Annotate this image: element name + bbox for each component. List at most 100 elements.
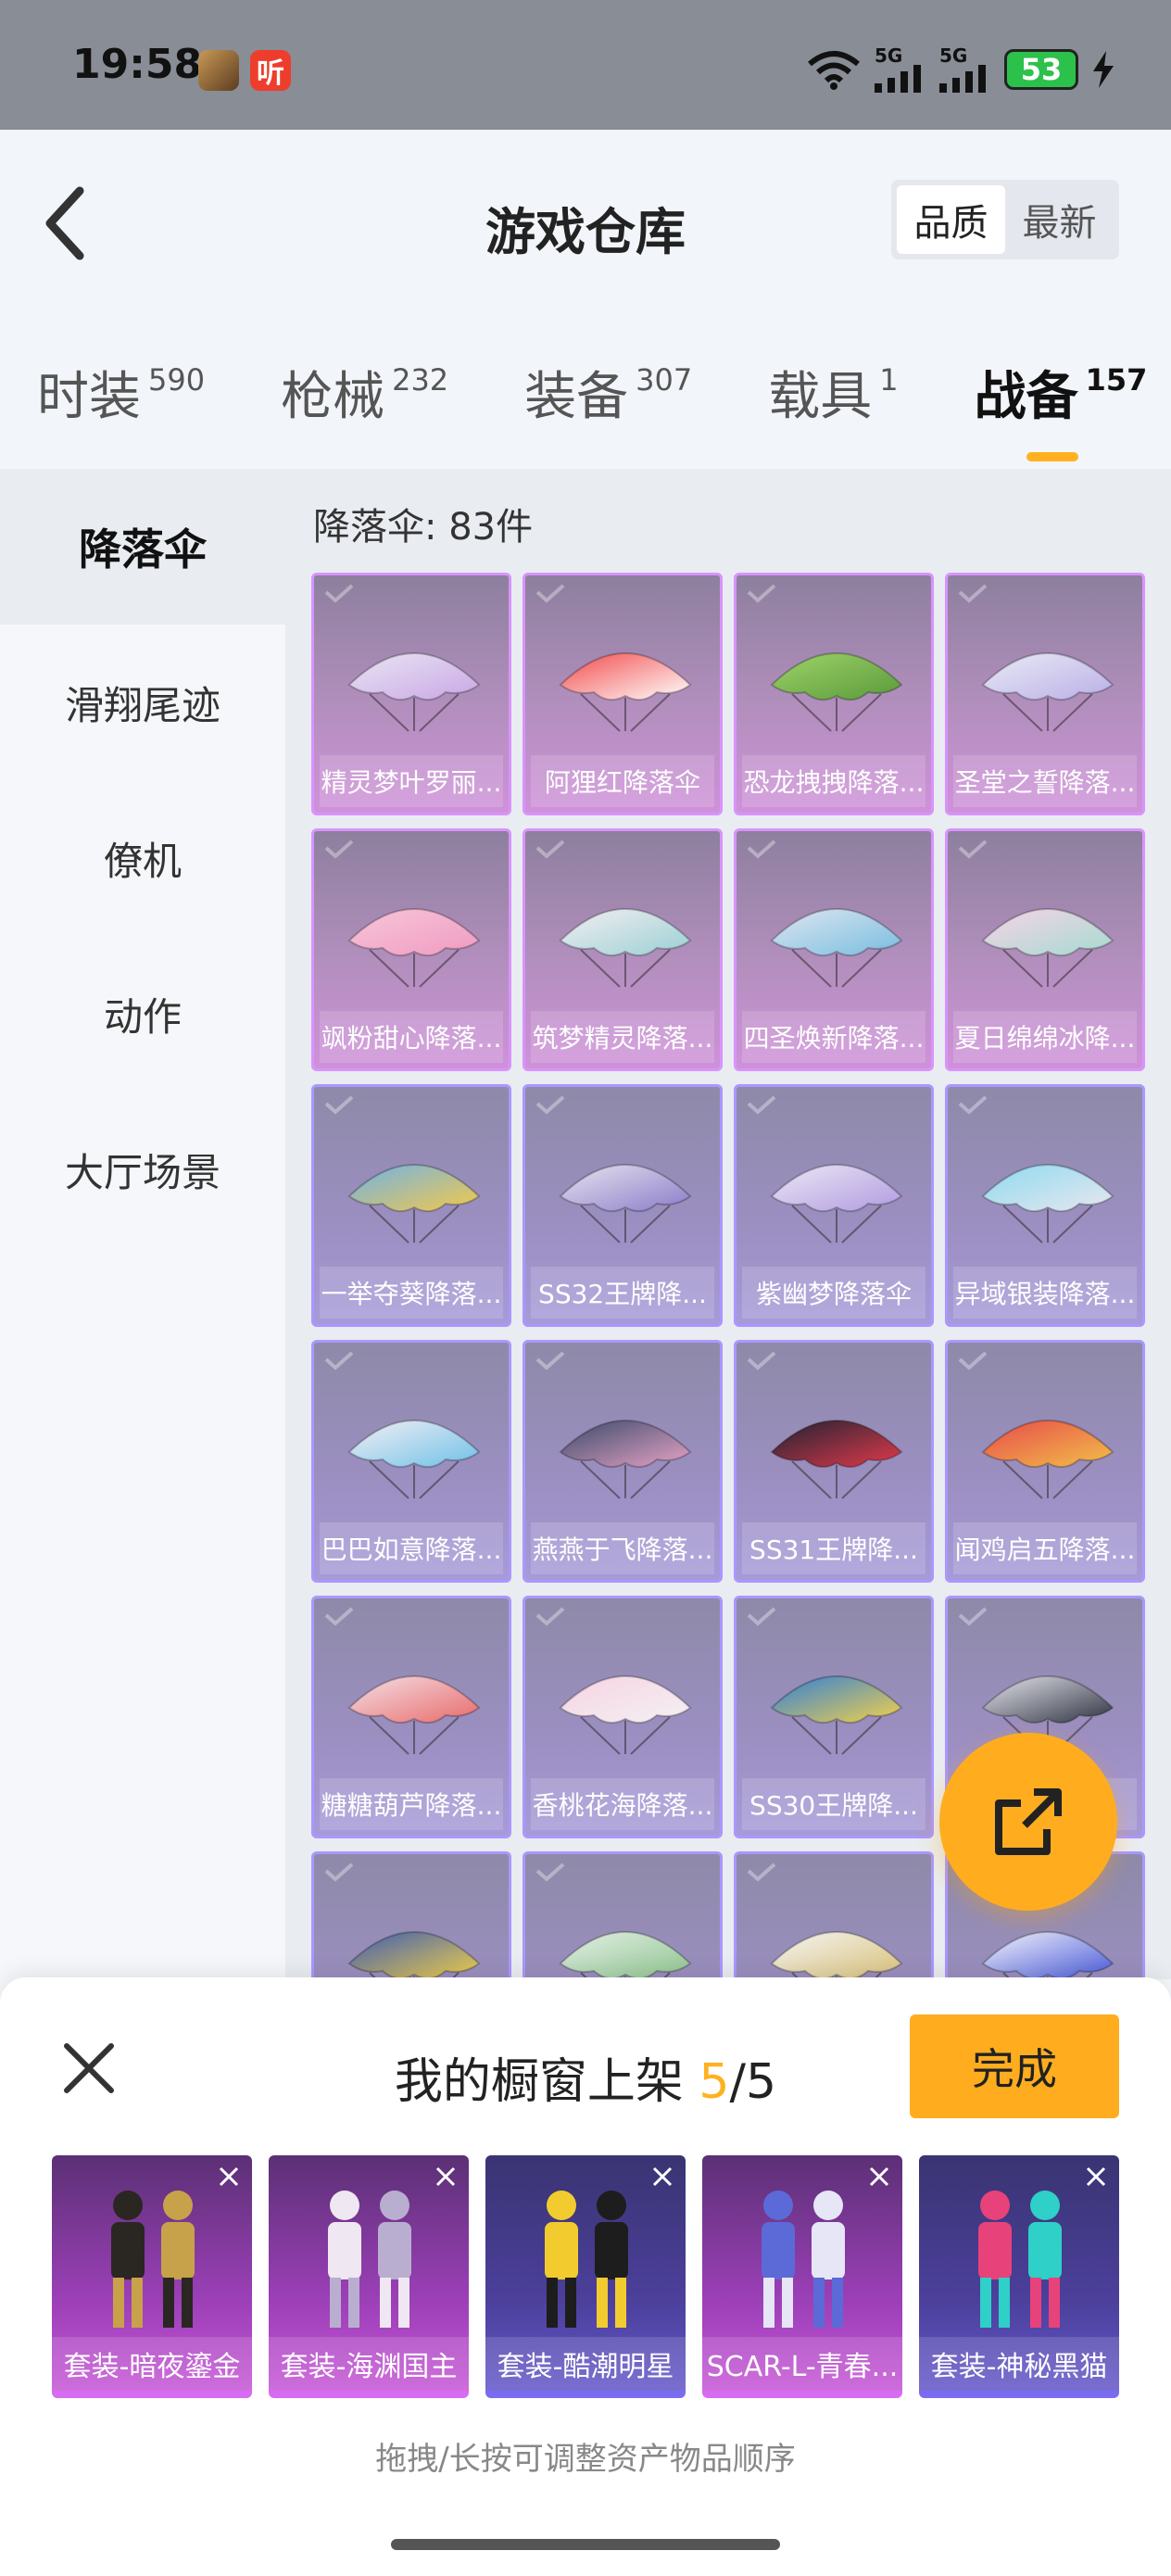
parachute-image bbox=[770, 1931, 903, 1979]
sidebar: 降落伞 滑翔尾迹 僚机 动作 大厅场景 bbox=[0, 469, 285, 1979]
sidebar-item-emote[interactable]: 动作 bbox=[0, 936, 285, 1092]
parachute-name: 糖糖葫芦降落... bbox=[320, 1778, 503, 1830]
parachute-image bbox=[559, 652, 692, 732]
parachute-image bbox=[559, 908, 692, 988]
showcase-slot[interactable]: 套装-海渊国主 bbox=[269, 2155, 469, 2398]
home-indicator[interactable] bbox=[391, 2539, 780, 2550]
share-button[interactable] bbox=[939, 1733, 1117, 1911]
parachute-name: 燕燕于飞降落... bbox=[531, 1522, 714, 1574]
tab-label: 时装 bbox=[37, 366, 141, 427]
showcase-slot[interactable]: 套装-暗夜鎏金 bbox=[52, 2155, 252, 2398]
remove-icon[interactable] bbox=[213, 2161, 245, 2192]
sort-toggle: 品质 最新 bbox=[891, 180, 1119, 259]
parachute-card[interactable]: SS31王牌降... bbox=[734, 1340, 934, 1583]
parachute-name: SS31王牌降... bbox=[742, 1522, 925, 1574]
parachute-card[interactable]: 筑梦精灵降落... bbox=[523, 828, 723, 1071]
showcase-slot[interactable]: 套装-酷潮明星 bbox=[485, 2155, 686, 2398]
done-button[interactable]: 完成 bbox=[910, 2014, 1119, 2118]
parachute-card[interactable]: 巴巴如意降落... bbox=[311, 1340, 511, 1583]
tab-count: 590 bbox=[148, 361, 206, 398]
remove-icon[interactable] bbox=[647, 2161, 678, 2192]
check-icon bbox=[958, 1607, 988, 1626]
parachute-card[interactable]: 阿狸红降落伞 bbox=[523, 573, 723, 815]
outfit-image bbox=[762, 2191, 845, 2328]
parachute-card[interactable] bbox=[523, 1851, 723, 1979]
parachute-card[interactable]: 糖糖葫芦降落... bbox=[311, 1596, 511, 1838]
status-time: 19:58 bbox=[72, 41, 203, 88]
game-app-icon bbox=[198, 50, 239, 91]
parachute-image bbox=[981, 908, 1114, 988]
sidebar-item-wingman[interactable]: 僚机 bbox=[0, 780, 285, 936]
sidebar-item-glide-trail[interactable]: 滑翔尾迹 bbox=[0, 625, 285, 780]
parachute-image bbox=[981, 1931, 1114, 1979]
reorder-hint: 拖拽/长按可调整资产物品顺序 bbox=[375, 2441, 796, 2478]
parachute-card[interactable]: 夏日绵绵冰降... bbox=[945, 828, 1145, 1071]
parachute-name: 恐龙拽拽降落... bbox=[742, 755, 925, 807]
tab-count: 1 bbox=[879, 361, 899, 398]
showcase-slot[interactable]: SCAR-L-青春... bbox=[702, 2155, 902, 2398]
parachute-card[interactable]: 精灵梦叶罗丽... bbox=[311, 573, 511, 815]
tab-vehicles[interactable]: 载具 1 bbox=[768, 355, 898, 430]
sort-by-newest[interactable]: 最新 bbox=[1005, 185, 1114, 254]
check-icon bbox=[324, 1095, 354, 1115]
showcase-max-count: 5 bbox=[746, 2054, 777, 2110]
tab-count: 232 bbox=[392, 361, 449, 398]
check-icon bbox=[535, 1351, 565, 1370]
parachute-image bbox=[770, 908, 903, 988]
outfit-image bbox=[545, 2191, 628, 2328]
parachute-image bbox=[347, 1931, 481, 1979]
parachute-card[interactable]: SS32王牌降... bbox=[523, 1084, 723, 1327]
parachute-image bbox=[981, 1164, 1114, 1244]
remove-icon[interactable] bbox=[430, 2161, 461, 2192]
check-icon bbox=[958, 1095, 988, 1115]
tab-fashion[interactable]: 时装 590 bbox=[37, 355, 205, 430]
check-icon bbox=[747, 1863, 776, 1882]
parachute-card[interactable] bbox=[311, 1851, 511, 1979]
tab-label: 载具 bbox=[768, 366, 873, 427]
ting-app-icon: 听 bbox=[250, 50, 291, 91]
parachute-card[interactable]: SS30王牌降... bbox=[734, 1596, 934, 1838]
check-icon bbox=[958, 840, 988, 859]
parachute-card[interactable]: 闻鸡启五降落... bbox=[945, 1340, 1145, 1583]
parachute-name: 精灵梦叶罗丽... bbox=[320, 755, 503, 807]
showcase-current-count: 5 bbox=[699, 2054, 730, 2110]
share-icon bbox=[995, 1788, 1062, 1855]
sort-by-quality[interactable]: 品质 bbox=[897, 185, 1005, 254]
parachute-image bbox=[347, 1675, 481, 1755]
parachute-image bbox=[559, 1675, 692, 1755]
remove-icon[interactable] bbox=[1080, 2161, 1112, 2192]
check-icon bbox=[324, 1607, 354, 1626]
parachute-card[interactable]: 圣堂之誓降落... bbox=[945, 573, 1145, 815]
signal-5g-2: 5G bbox=[939, 46, 991, 93]
parachute-image bbox=[770, 1420, 903, 1499]
parachute-card[interactable]: 燕燕于飞降落... bbox=[523, 1340, 723, 1583]
parachute-card[interactable]: 紫幽梦降落伞 bbox=[734, 1084, 934, 1327]
parachute-name: 飒粉甜心降落... bbox=[320, 1011, 503, 1063]
parachute-name: SS30王牌降... bbox=[742, 1778, 925, 1830]
tab-weapons[interactable]: 枪械 232 bbox=[281, 355, 448, 430]
parachute-card[interactable]: 异域银装降落... bbox=[945, 1084, 1145, 1327]
parachute-card[interactable]: 一举夺葵降落... bbox=[311, 1084, 511, 1327]
parachute-card[interactable]: 香桃花海降落... bbox=[523, 1596, 723, 1838]
parachute-card[interactable]: 恐龙拽拽降落... bbox=[734, 573, 934, 815]
parachute-card[interactable] bbox=[734, 1851, 934, 1979]
remove-icon[interactable] bbox=[863, 2161, 895, 2192]
check-icon bbox=[535, 1863, 565, 1882]
parachute-name: 阿狸红降落伞 bbox=[531, 755, 714, 807]
header: 游戏仓库 品质 最新 bbox=[0, 130, 1171, 315]
parachute-image bbox=[770, 652, 903, 732]
check-icon bbox=[324, 584, 354, 603]
parachute-card[interactable]: 飒粉甜心降落... bbox=[311, 828, 511, 1071]
parachute-image bbox=[347, 908, 481, 988]
item-count-label: 降落伞: 83件 bbox=[313, 506, 534, 549]
showcase-slots: 套装-暗夜鎏金 套装-海渊国主 套装-酷潮明星 SCAR-L-青春... 套装-神秘黑猫 bbox=[52, 2155, 1119, 2398]
sidebar-item-lobby-scene[interactable]: 大厅场景 bbox=[0, 1092, 285, 1247]
tab-equipment[interactable]: 装备 307 bbox=[524, 355, 692, 430]
sidebar-item-parachute[interactable]: 降落伞 bbox=[0, 469, 285, 625]
tab-war-prep[interactable]: 战备 157 bbox=[975, 355, 1147, 461]
parachute-card[interactable]: 四圣焕新降落... bbox=[734, 828, 934, 1071]
check-icon bbox=[747, 840, 776, 859]
showcase-slot[interactable]: 套装-神秘黑猫 bbox=[919, 2155, 1119, 2398]
check-icon bbox=[324, 1351, 354, 1370]
outfit-image bbox=[111, 2191, 195, 2328]
